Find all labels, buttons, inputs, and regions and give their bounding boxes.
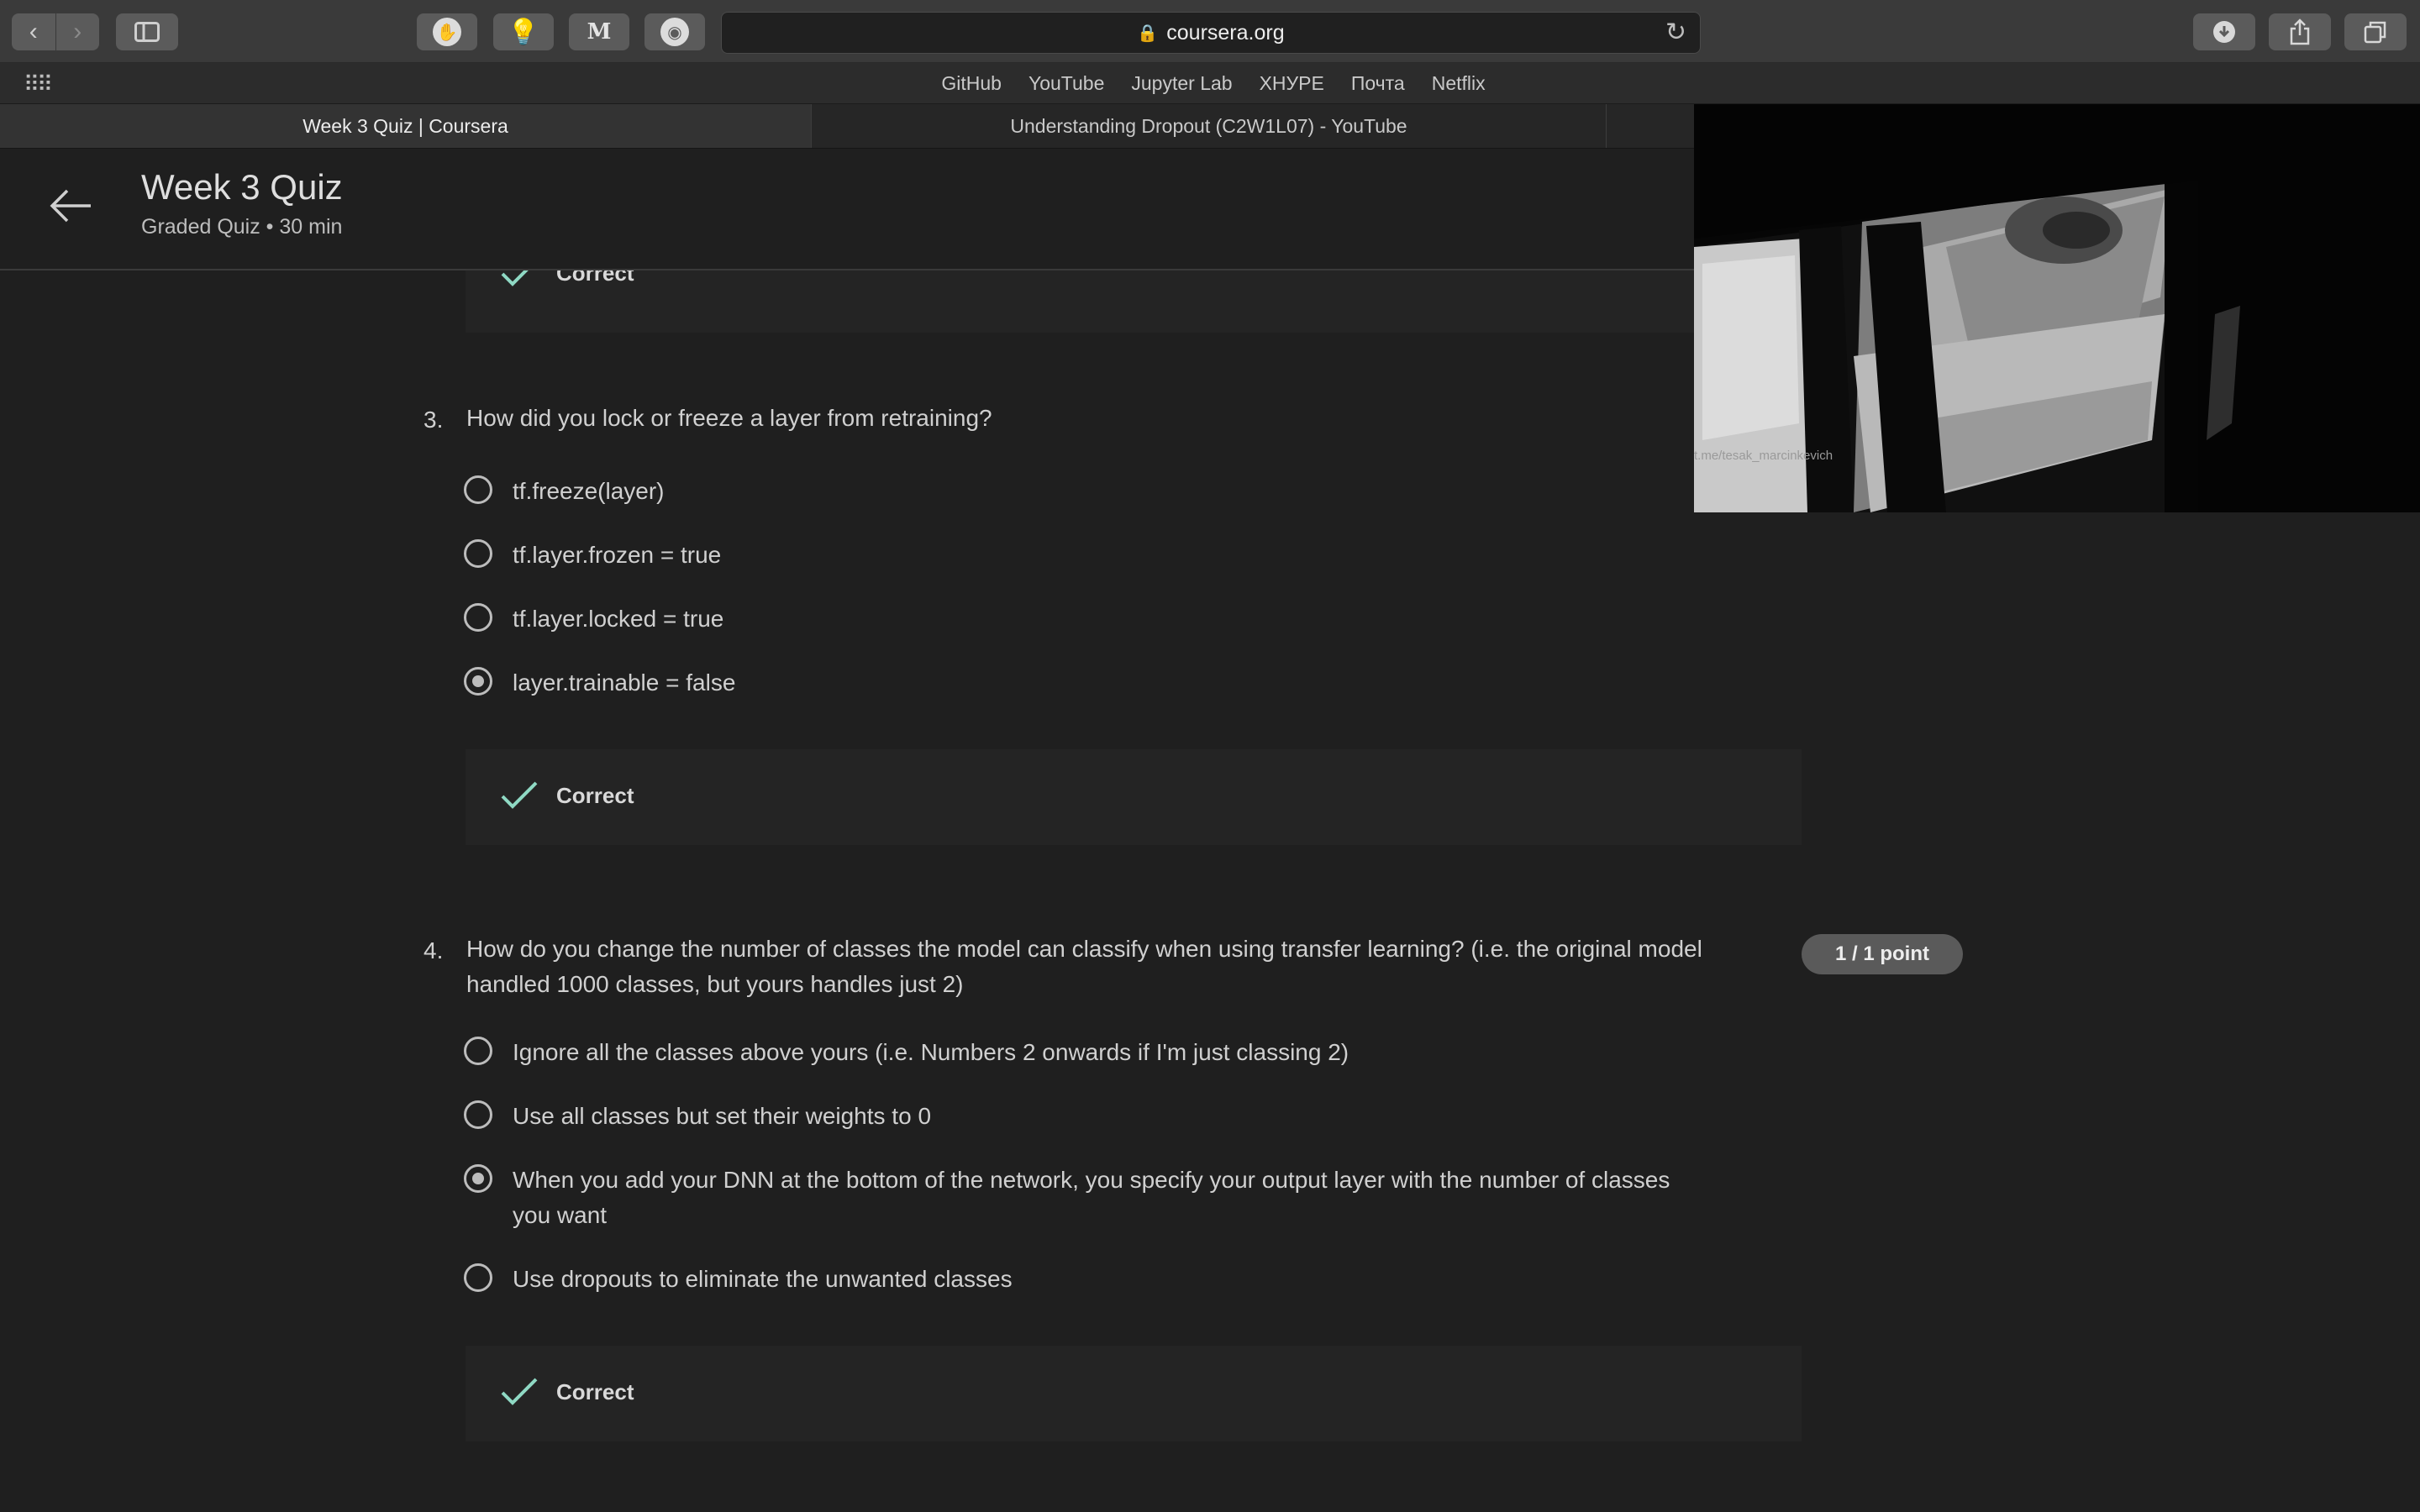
- option-row[interactable]: layer.trainable = false: [464, 665, 735, 701]
- option-label: Use dropouts to eliminate the unwanted c…: [513, 1266, 1013, 1292]
- question-number: 4.: [424, 937, 444, 963]
- option-label: Ignore all the classes above yours (i.e.…: [513, 1039, 1349, 1065]
- check-icon: [501, 781, 538, 809]
- option-label: layer.trainable = false: [513, 669, 736, 696]
- tab-youtube-dropout[interactable]: Understanding Dropout (C2W1L07) - YouTub…: [812, 104, 1607, 148]
- favorite-mail[interactable]: Почта: [1351, 72, 1405, 95]
- option-label: tf.layer.frozen = true: [513, 542, 722, 568]
- question-text: How did you lock or freeze a layer from …: [466, 405, 992, 431]
- history-nav: ‹ ›: [12, 13, 99, 50]
- favorite-jupyter-lab[interactable]: Jupyter Lab: [1131, 72, 1232, 95]
- favorite-youtube[interactable]: YouTube: [1028, 72, 1104, 95]
- mercury-icon: M: [587, 19, 612, 45]
- question-text: How do you change the number of classes …: [466, 932, 1702, 1002]
- option-row[interactable]: Ignore all the classes above yours (i.e.…: [464, 1035, 1349, 1070]
- option-label-line: you want: [513, 1202, 608, 1228]
- extension-button-4[interactable]: ◉: [644, 13, 705, 50]
- url-text: coursera.org: [1166, 20, 1285, 45]
- radio-button[interactable]: [464, 475, 492, 504]
- download-icon: [2213, 21, 2235, 43]
- option-label: tf.layer.locked = true: [513, 606, 724, 632]
- favorite-github[interactable]: GitHub: [941, 72, 1002, 95]
- extension-button-3[interactable]: M: [569, 13, 629, 50]
- option-row[interactable]: Use all classes but set their weights to…: [464, 1099, 931, 1134]
- pip-video-player[interactable]: t.me/tesak_marcinkevich: [1694, 104, 2420, 512]
- share-button[interactable]: [2269, 13, 2331, 50]
- sidebar-toggle-button[interactable]: [116, 13, 178, 50]
- back-icon[interactable]: ‹: [12, 13, 55, 50]
- reload-icon[interactable]: ↻: [1665, 18, 1686, 47]
- lock-icon: 🔒: [1137, 24, 1159, 43]
- downloads-button[interactable]: [2193, 13, 2255, 50]
- question-number: 3.: [424, 407, 444, 433]
- radio-button[interactable]: [464, 1263, 492, 1292]
- favorite-nure[interactable]: ХНУРЕ: [1260, 72, 1324, 95]
- option-row[interactable]: tf.layer.locked = true: [464, 601, 723, 637]
- radio-button-selected[interactable]: [464, 1164, 492, 1193]
- address-bar[interactable]: 🔒 coursera.org ↻: [721, 12, 1701, 54]
- option-row[interactable]: Use dropouts to eliminate the unwanted c…: [464, 1262, 1013, 1297]
- circle-extension-icon: ◉: [660, 18, 689, 46]
- share-icon: [2290, 18, 2310, 45]
- extension-button-2[interactable]: 💡: [493, 13, 554, 50]
- shield-icon: ✋: [433, 18, 461, 46]
- feedback-label: Correct: [556, 783, 634, 808]
- forward-icon[interactable]: ›: [55, 13, 100, 50]
- previous-feedback: Correct: [466, 270, 1802, 333]
- answer-feedback: Correct: [466, 1346, 1802, 1441]
- answer-feedback: Correct: [466, 749, 1802, 845]
- page-subtitle: Graded Quiz • 30 min: [141, 215, 343, 239]
- feedback-label: Correct: [556, 270, 634, 286]
- question-text-line: How do you change the number of classes …: [466, 936, 1702, 962]
- radio-button[interactable]: [464, 539, 492, 568]
- tabs-overview-icon: [2364, 21, 2386, 44]
- feedback-label: Correct: [556, 1379, 634, 1404]
- tab-overview-button[interactable]: [2344, 13, 2407, 50]
- extension-button-1[interactable]: ✋: [417, 13, 477, 50]
- back-arrow-icon[interactable]: [47, 182, 94, 229]
- option-label: Use all classes but set their weights to…: [513, 1103, 932, 1129]
- video-watermark: t.me/tesak_marcinkevich: [1694, 449, 1833, 463]
- radio-button-selected[interactable]: [464, 667, 492, 696]
- favorites-bar: ⠿⠿ GitHub YouTube Jupyter Lab ХНУРЕ Почт…: [0, 63, 2420, 104]
- check-icon: [501, 270, 529, 286]
- option-label: When you add your DNN at the bottom of t…: [513, 1163, 1670, 1233]
- check-icon: [501, 1378, 538, 1405]
- radio-button[interactable]: [464, 1100, 492, 1129]
- page-title: Week 3 Quiz: [141, 167, 343, 207]
- favorite-netflix[interactable]: Netflix: [1432, 72, 1486, 95]
- points-badge: 1 / 1 point: [1802, 934, 1963, 974]
- option-row[interactable]: When you add your DNN at the bottom of t…: [464, 1163, 1670, 1233]
- radio-button[interactable]: [464, 1037, 492, 1065]
- option-row[interactable]: tf.layer.frozen = true: [464, 538, 721, 573]
- option-label-line: When you add your DNN at the bottom of t…: [513, 1167, 1670, 1193]
- radio-button[interactable]: [464, 603, 492, 632]
- sidebar-icon: [134, 22, 160, 42]
- option-row[interactable]: tf.freeze(layer): [464, 474, 665, 509]
- favorites-list: GitHub YouTube Jupyter Lab ХНУРЕ Почта N…: [0, 63, 2420, 103]
- tab-coursera-quiz[interactable]: Week 3 Quiz | Coursera: [0, 104, 812, 148]
- lightbulb-icon: 💡: [508, 18, 539, 46]
- browser-toolbar: ‹ › ✋ 💡 M ◉ 🔒 coursera.org ↻: [0, 0, 2420, 63]
- question-text-line: handled 1000 classes, but yours handles …: [466, 971, 964, 997]
- option-label: tf.freeze(layer): [513, 478, 665, 504]
